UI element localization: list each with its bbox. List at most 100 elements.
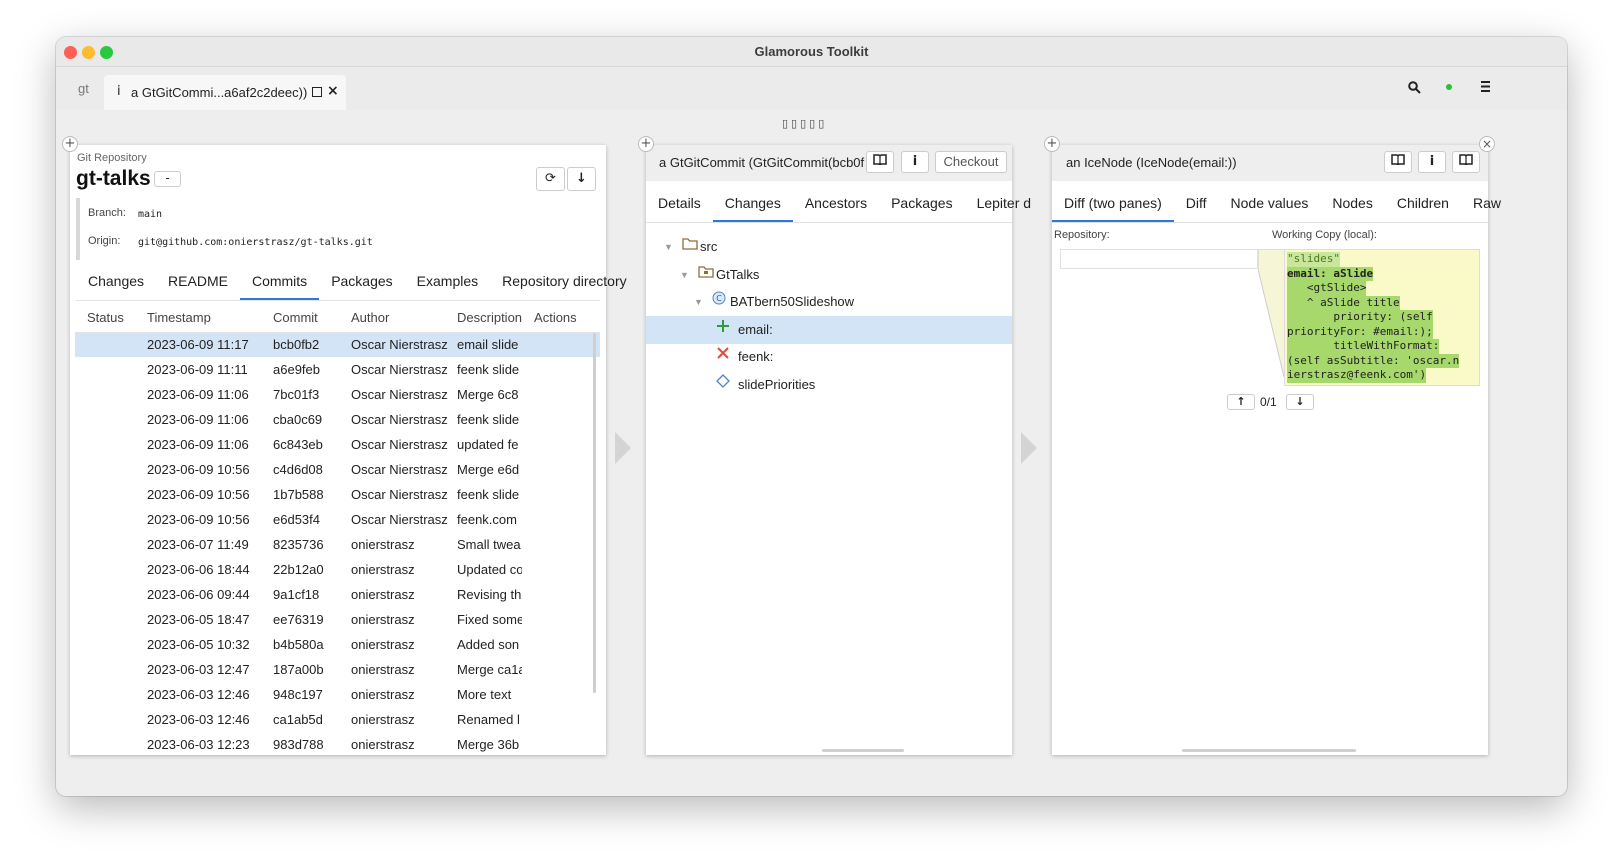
tree-node[interactable]: ▼ GtTalks [646, 261, 1012, 289]
actions-cell [522, 382, 600, 407]
cross-icon [716, 346, 730, 366]
status-cell [75, 532, 144, 557]
tab-node-values[interactable]: Node values [1219, 185, 1321, 222]
add-pane-left-icon[interactable]: + [62, 136, 78, 152]
table-row[interactable]: 2023-06-06 18:44 22b12a0 onierstrasz Update… [75, 557, 600, 582]
horizontal-scrollbar[interactable] [822, 749, 904, 752]
table-row[interactable]: 2023-06-09 11:06 7bc01f3 Oscar Nierstrasz M… [75, 382, 600, 407]
author-cell: Oscar Nierstrasz [351, 437, 448, 452]
status-cell [75, 582, 144, 607]
expand-caret-icon[interactable]: ▼ [664, 233, 673, 261]
table-row[interactable]: 2023-06-03 12:23 983d788 onierstrasz Merge … [75, 732, 600, 757]
table-row[interactable]: 2023-06-09 11:06 cba0c69 Oscar Nierstrasz f… [75, 407, 600, 432]
column-header-commit[interactable]: Commit [270, 303, 348, 333]
pull-button[interactable]: ↓ [567, 167, 596, 191]
hamburger-menu-icon[interactable] [1481, 81, 1493, 96]
table-row[interactable]: 2023-06-09 10:56 c4d6d08 Oscar Nierstrasz M… [75, 457, 600, 482]
description-cell: Merge e6d [457, 462, 520, 477]
column-header-timestamp[interactable]: Timestamp [144, 303, 270, 333]
timestamp-cell: 2023-06-09 10:56 [147, 462, 250, 477]
add-pane-right-icon[interactable]: + [1044, 136, 1060, 152]
repository-code-pane[interactable] [1060, 249, 1258, 269]
table-row[interactable]: 2023-06-03 12:46 ca1ab5d onierstrasz Rename… [75, 707, 600, 732]
code-line: "slides" [1287, 252, 1340, 267]
table-row[interactable]: 2023-06-09 10:56 e6d53f4 Oscar Nierstrasz f… [75, 507, 600, 532]
tab-raw[interactable]: Raw [1461, 185, 1513, 222]
checkout-button[interactable]: Checkout [935, 151, 1007, 173]
status-cell [75, 632, 144, 657]
tab-repository-directory[interactable]: Repository directory [490, 263, 639, 300]
table-row[interactable]: 2023-06-06 09:44 9a1cf18 onierstrasz Revisi… [75, 582, 600, 607]
table-row[interactable]: 2023-06-03 12:46 948c197 onierstrasz More t… [75, 682, 600, 707]
tree-node[interactable]: slidePriorities [646, 371, 1012, 399]
status-cell [75, 357, 144, 382]
tab-readme[interactable]: README [156, 263, 240, 300]
add-pane-middle-icon[interactable]: + [638, 136, 654, 152]
tab-changes[interactable]: Changes [76, 263, 156, 300]
tab-changes[interactable]: Changes [712, 185, 793, 222]
column-header-actions[interactable]: Actions [522, 303, 600, 333]
actions-cell [522, 357, 600, 382]
tab-diff[interactable]: Diff [1174, 185, 1219, 222]
column-header-description[interactable]: Description [454, 303, 523, 333]
next-change-button[interactable]: ↓ [1286, 394, 1314, 410]
tab-nodes[interactable]: Nodes [1320, 185, 1384, 222]
refresh-button[interactable]: ⟳ [536, 167, 565, 191]
column-header-author[interactable]: Author [348, 303, 454, 333]
tab-details[interactable]: Details [646, 185, 713, 222]
status-cell [75, 682, 144, 707]
tree-node[interactable]: feenk: [646, 343, 1012, 371]
tab-ancestors[interactable]: Ancestors [793, 185, 879, 222]
tree-node[interactable]: ▼ C BATbern50Slideshow [646, 288, 1012, 316]
pane-pager[interactable]: ▯▯▯▯▯ [782, 117, 827, 130]
tree-node[interactable]: email: [646, 315, 1012, 344]
tab-children[interactable]: Children [1385, 185, 1461, 222]
document-tab[interactable]: i a GtGitCommi...a6af2c2deec)) × [104, 75, 346, 110]
status-cell [75, 482, 144, 507]
description-cell: feenk.com [457, 512, 517, 527]
tab-diff-two-panes[interactable]: Diff (two panes) [1052, 185, 1174, 222]
description-cell: Updated co [457, 562, 523, 577]
tab-packages[interactable]: Packages [879, 185, 964, 222]
table-row[interactable]: 2023-06-05 10:32 b4b580a onierstrasz Added … [75, 632, 600, 657]
inspect-icon[interactable]: i [901, 151, 929, 173]
book-icon[interactable] [1384, 151, 1412, 173]
table-row[interactable]: 2023-06-07 11:49 8235736 onierstrasz Small … [75, 532, 600, 557]
code-line: <gtSlide> [1287, 281, 1367, 296]
table-row[interactable]: 2023-06-09 10:56 1b7b588 Oscar Nierstrasz f… [75, 482, 600, 507]
table-row[interactable]: 2023-06-03 12:47 187a00b onierstrasz Merge … [75, 657, 600, 682]
table-row[interactable]: 2023-06-09 11:11 a6e9feb Oscar Nierstrasz f… [75, 357, 600, 382]
collapse-button[interactable]: - [154, 171, 181, 187]
gt-home-tab[interactable]: gt [78, 81, 89, 96]
close-pane-icon[interactable]: × [1479, 136, 1495, 152]
close-tab-icon[interactable]: × [327, 83, 339, 99]
tab-examples[interactable]: Examples [405, 263, 490, 300]
horizontal-scrollbar[interactable] [1182, 749, 1356, 752]
timestamp-cell: 2023-06-09 10:56 [147, 512, 250, 527]
svg-text:C: C [716, 294, 722, 303]
tree-node-label: feenk: [738, 349, 774, 365]
vertical-scrollbar[interactable] [593, 333, 596, 693]
status-cell [75, 507, 144, 532]
expand-caret-icon[interactable]: ▼ [694, 288, 703, 316]
branch-value: main [138, 209, 163, 220]
maximize-tab-icon[interactable] [312, 87, 322, 97]
column-header-status[interactable]: Status [75, 303, 144, 333]
ice-node-tabs: Diff (two panes) Diff Node values Nodes Chil… [1052, 185, 1513, 222]
previous-change-button[interactable]: ↑ [1227, 394, 1255, 410]
working-copy-code-pane[interactable]: "slides" email: aSlide <gtSlide> ^ aSlide… [1284, 249, 1480, 386]
tab-commits[interactable]: Commits [239, 263, 320, 300]
inspect-icon[interactable]: i [1418, 151, 1446, 173]
tab-packages[interactable]: Packages [319, 263, 404, 300]
status-cell [75, 457, 144, 482]
search-icon[interactable] [1408, 81, 1421, 98]
tree-node[interactable]: ▼ src [646, 233, 1012, 261]
table-row[interactable]: 2023-06-05 18:47 ee76319 onierstrasz Fixed … [75, 607, 600, 632]
book-alt-icon[interactable] [1452, 151, 1480, 173]
table-row[interactable]: 2023-06-09 11:06 6c843eb Oscar Nierstrasz u… [75, 432, 600, 457]
tab-lepiter-d[interactable]: Lepiter d [965, 185, 1043, 222]
expand-caret-icon[interactable]: ▼ [680, 261, 689, 289]
table-row[interactable]: 2023-06-09 11:17 bcb0fb2 Oscar Nierstrasz e… [75, 332, 600, 357]
status-dot-icon [1446, 84, 1452, 90]
book-icon[interactable] [866, 151, 894, 173]
